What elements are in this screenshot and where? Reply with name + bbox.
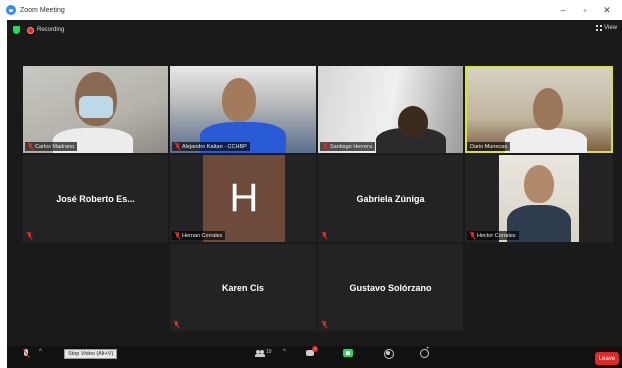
participant-nameplate: Dario Munecas [467, 142, 510, 151]
window-controls: – ▫ ✕ [552, 0, 618, 20]
grid-view-icon [596, 25, 603, 31]
recording-label: Recording [37, 27, 65, 33]
audio-options-button[interactable] [37, 349, 47, 365]
stop-video-tooltip: Stop Video (Alt+V) [64, 349, 118, 359]
participant-silhouette [505, 128, 587, 153]
participant-tile-7[interactable]: Gabriela Zúniga [318, 155, 463, 242]
meeting-area: Recording View Carlos Madrano Alejandro … [7, 20, 622, 368]
participant-nameplate: Hector Corrales [467, 231, 519, 240]
participant-name: Hernan Corrales [182, 232, 223, 239]
microphone-muted-icon [21, 349, 31, 358]
participants-button[interactable]: 10 [255, 349, 272, 365]
participant-name-display: José Roberto Es... [56, 193, 135, 204]
chat-badge: 1 [312, 346, 318, 352]
face-mask [79, 96, 113, 118]
participant-name: Hector Corrales [477, 232, 516, 239]
participant-face [398, 106, 428, 138]
participant-nameplate: Santiago Herrera [320, 142, 375, 151]
participants-icon: 10 [255, 349, 272, 358]
participant-name: Santiago Herrera [330, 143, 372, 150]
participant-name: Carlos Madrano [35, 143, 75, 150]
participant-tile-5[interactable]: José Roberto Es... [23, 155, 168, 242]
participant-name-display: Gustavo Solórzano [349, 282, 432, 293]
avatar: H [203, 155, 285, 242]
reactions-button[interactable] [419, 346, 430, 365]
participant-video [499, 155, 579, 242]
participant-nameplate: Carlos Madrano [25, 142, 78, 151]
mic-muted-icon [27, 232, 32, 239]
recording-icon [27, 26, 34, 34]
mic-muted-icon [470, 232, 475, 239]
meeting-topbar: Recording View [7, 20, 622, 40]
record-icon [383, 349, 394, 359]
window-title: Zoom Meeting [20, 6, 65, 14]
chat-button[interactable]: 1 [305, 346, 318, 365]
participant-face [222, 78, 256, 122]
participant-name-display: Karen Cis [221, 282, 265, 293]
minimize-button[interactable]: – [552, 5, 574, 15]
mic-muted-icon [322, 232, 327, 239]
view-button[interactable]: View [596, 25, 617, 31]
share-screen-icon [343, 349, 353, 358]
participant-face [524, 165, 554, 203]
zoom-app-icon [6, 5, 16, 15]
mic-muted-icon [322, 321, 327, 328]
participant-tile-2[interactable]: Alejandro Kattan - CCHBP [170, 66, 316, 153]
participant-name: Alejandro Kattan - CCHBP [182, 143, 247, 150]
mic-muted-icon [323, 143, 328, 150]
leave-button[interactable]: Leave [595, 352, 619, 365]
mic-muted-icon [174, 321, 179, 328]
participants-count: 10 [266, 349, 272, 355]
chevron-up-icon [281, 349, 291, 358]
participant-name-display: Gabriela Zúniga [356, 193, 425, 204]
participants-options-button[interactable] [281, 349, 291, 365]
share-screen-button[interactable] [343, 349, 353, 365]
participant-tile-1[interactable]: Carlos Madrano [23, 66, 168, 153]
close-button[interactable]: ✕ [596, 5, 618, 16]
mic-muted-icon [175, 143, 180, 150]
participant-tile-9[interactable]: Karen Cis [170, 244, 316, 331]
participant-tile-4-active-speaker[interactable]: Dario Munecas [465, 66, 613, 153]
participant-tile-10[interactable]: Gustavo Solórzano [318, 244, 463, 331]
unmute-button[interactable] [21, 349, 31, 365]
window-titlebar: Zoom Meeting – ▫ ✕ [0, 0, 622, 20]
chat-icon: 1 [305, 346, 318, 358]
participant-nameplate: Hernan Corrales [172, 231, 226, 240]
chevron-up-icon [37, 349, 47, 358]
encryption-shield-icon[interactable] [13, 26, 20, 34]
participant-name: Dario Munecas [470, 143, 507, 150]
participant-face [533, 88, 563, 130]
maximize-button[interactable]: ▫ [574, 5, 596, 15]
participant-nameplate: Alejandro Kattan - CCHBP [172, 142, 250, 151]
reactions-icon [419, 346, 430, 358]
participant-tile-3[interactable]: Santiago Herrera [318, 66, 463, 153]
mic-muted-icon [28, 143, 33, 150]
participant-tile-6[interactable]: H Hernan Corrales [170, 155, 316, 242]
participant-tile-8[interactable]: Hector Corrales [465, 155, 613, 242]
mic-muted-icon [175, 232, 180, 239]
view-label: View [604, 25, 617, 31]
meeting-toolbar: Stop Video (Alt+V) 10 1 Leave [7, 346, 622, 368]
record-button[interactable] [383, 349, 394, 365]
